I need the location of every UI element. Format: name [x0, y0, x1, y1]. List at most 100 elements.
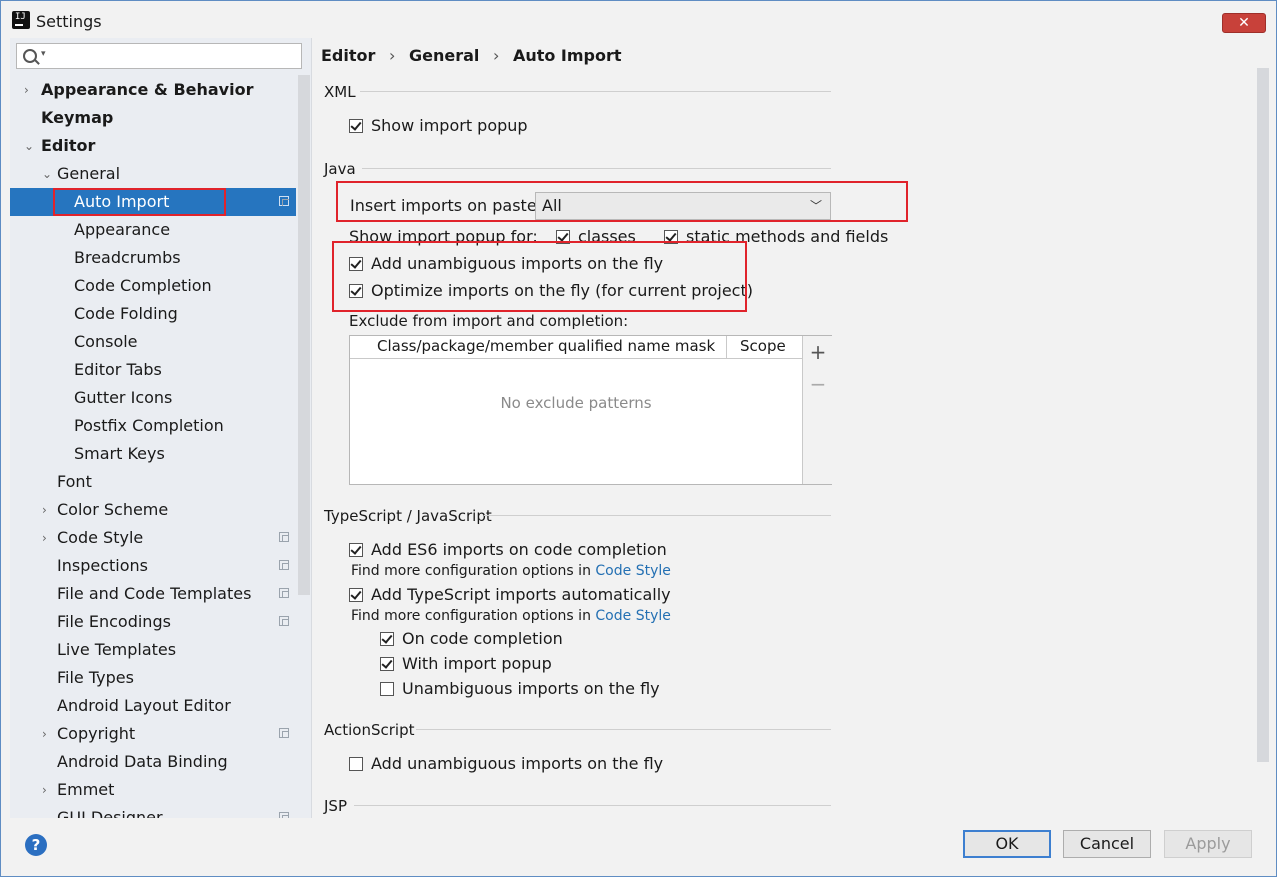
sidebar-item-font[interactable]: Font	[10, 468, 296, 496]
sidebar-item-emmet[interactable]: › Emmet	[10, 776, 296, 804]
column-header-mask[interactable]: Class/package/member qualified name mask	[377, 337, 715, 355]
help-icon[interactable]: ?	[25, 834, 47, 856]
sidebar-item-label: Live Templates	[57, 640, 177, 659]
sidebar-item-appearance-behavior[interactable]: › Appearance & Behavior	[10, 76, 296, 104]
sidebar-item-label: Code Folding	[74, 304, 178, 323]
section-title-typescript: TypeScript / JavaScript	[324, 507, 492, 525]
hint-text: Find more configuration options in	[351, 563, 591, 579]
on-code-completion-checkbox[interactable]: On code completion	[380, 629, 563, 649]
annotation-highlight	[336, 181, 908, 222]
add-icon[interactable]: +	[809, 340, 827, 364]
section-title-xml: XML	[324, 83, 356, 101]
content-scrollbar[interactable]	[1257, 68, 1269, 762]
sidebar-item-android-data-binding[interactable]: Android Data Binding	[10, 748, 296, 776]
unambiguous-fly-checkbox[interactable]: Unambiguous imports on the fly	[380, 679, 660, 699]
checkbox-icon	[380, 682, 394, 696]
sidebar-item-code-completion[interactable]: Code Completion	[10, 272, 296, 300]
checkbox-label: Add unambiguous imports on the fly	[371, 754, 664, 773]
breadcrumb: Editor › General › Auto Import	[321, 46, 630, 65]
sidebar-item-label: Editor Tabs	[74, 360, 162, 379]
code-style-link[interactable]: Code Style	[595, 608, 670, 624]
project-scope-icon	[279, 560, 289, 570]
settings-window: IJ Settings ✕ ▾ › Appearance & Behavior Ke…	[0, 0, 1277, 877]
sidebar-item-editor[interactable]: ⌄ Editor	[10, 132, 296, 160]
section-divider	[360, 91, 831, 92]
find-more-text: Find more configuration options in Code …	[351, 608, 671, 624]
sidebar-item-label: Appearance	[74, 220, 171, 239]
sidebar-item-inspections[interactable]: Inspections	[10, 552, 296, 580]
with-import-popup-checkbox[interactable]: With import popup	[380, 654, 552, 674]
checkbox-icon	[380, 632, 394, 646]
checkbox-icon	[349, 588, 363, 602]
show-import-popup-checkbox[interactable]: Show import popup	[349, 116, 528, 136]
exclude-label: Exclude from import and completion:	[349, 312, 629, 330]
sidebar-item-general[interactable]: ⌄ General	[10, 160, 296, 188]
search-input[interactable]: ▾	[16, 43, 302, 69]
sidebar-item-file-encodings[interactable]: File Encodings	[10, 608, 296, 636]
sidebar-item-code-folding[interactable]: Code Folding	[10, 300, 296, 328]
checkbox-icon	[349, 543, 363, 557]
chevron-down-icon[interactable]: ⌄	[24, 132, 36, 160]
sidebar-item-android-layout-editor[interactable]: Android Layout Editor	[10, 692, 296, 720]
sidebar-item-label: Inspections	[57, 556, 148, 575]
sidebar-item-label: Copyright	[57, 724, 136, 743]
section-title-jsp: JSP	[324, 797, 347, 815]
column-divider	[726, 336, 727, 358]
remove-icon[interactable]: −	[809, 372, 827, 396]
checkbox-label: Show import popup	[371, 116, 528, 135]
sidebar-item-appearance[interactable]: Appearance	[10, 216, 296, 244]
section-title-actionscript: ActionScript	[324, 721, 415, 739]
sidebar-item-label: GUI Designer	[57, 808, 163, 818]
ok-button[interactable]: OK	[963, 830, 1051, 858]
cancel-button[interactable]: Cancel	[1063, 830, 1151, 858]
sidebar-scrollbar[interactable]	[298, 75, 310, 595]
sidebar-item-gutter-icons[interactable]: Gutter Icons	[10, 384, 296, 412]
sidebar-item-copyright[interactable]: › Copyright	[10, 720, 296, 748]
hint-text: Find more configuration options in	[351, 608, 591, 624]
chevron-right-icon[interactable]: ›	[42, 496, 54, 524]
sidebar-item-gui-designer[interactable]: GUI Designer	[10, 804, 296, 818]
sidebar-item-postfix-completion[interactable]: Postfix Completion	[10, 412, 296, 440]
close-button[interactable]: ✕	[1222, 13, 1266, 33]
window-title: Settings	[36, 12, 102, 31]
sidebar-item-keymap[interactable]: Keymap	[10, 104, 296, 132]
column-header-scope[interactable]: Scope	[740, 337, 786, 355]
apply-button[interactable]: Apply	[1164, 830, 1252, 858]
checkbox-icon	[349, 119, 363, 133]
chevron-right-icon[interactable]: ›	[42, 776, 54, 804]
sidebar-item-code-style[interactable]: › Code Style	[10, 524, 296, 552]
section-title-java: Java	[324, 160, 356, 178]
sidebar-item-file-types[interactable]: File Types	[10, 664, 296, 692]
sidebar-item-file-and-code-templates[interactable]: File and Code Templates	[10, 580, 296, 608]
title-bar: IJ Settings ✕	[1, 1, 1276, 38]
section-divider	[354, 805, 831, 806]
annotation-highlight	[53, 188, 226, 216]
sidebar-item-live-templates[interactable]: Live Templates	[10, 636, 296, 664]
chevron-right-icon[interactable]: ›	[42, 524, 54, 552]
settings-content: Editor › General › Auto Import XML Show …	[312, 38, 1276, 818]
actionscript-unambiguous-checkbox[interactable]: Add unambiguous imports on the fly	[349, 754, 663, 774]
breadcrumb-item: General	[408, 46, 480, 65]
project-scope-icon	[279, 196, 289, 206]
code-style-link[interactable]: Code Style	[595, 563, 670, 579]
chevron-right-icon[interactable]: ›	[24, 76, 36, 104]
checkbox-label: Unambiguous imports on the fly	[402, 679, 660, 698]
sidebar-item-color-scheme[interactable]: › Color Scheme	[10, 496, 296, 524]
settings-sidebar: ▾ › Appearance & Behavior Keymap ⌄ Editor ⌄ Ge…	[10, 38, 312, 818]
es6-imports-checkbox[interactable]: Add ES6 imports on code completion	[349, 540, 667, 560]
chevron-right-icon[interactable]: ›	[42, 720, 54, 748]
ts-imports-checkbox[interactable]: Add TypeScript imports automatically	[349, 585, 671, 605]
sidebar-item-editor-tabs[interactable]: Editor Tabs	[10, 356, 296, 384]
breadcrumb-item: Editor	[321, 46, 376, 65]
sidebar-item-label: Code Style	[57, 528, 144, 547]
chevron-down-icon[interactable]: ⌄	[42, 160, 54, 188]
sidebar-item-auto-import[interactable]: Auto Import	[10, 188, 296, 216]
table-header: Class/package/member qualified name mask…	[350, 336, 802, 359]
sidebar-item-label: Smart Keys	[74, 444, 165, 463]
dialog-button-bar: ? OK Cancel Apply	[1, 818, 1276, 876]
sidebar-item-console[interactable]: Console	[10, 328, 296, 356]
sidebar-item-breadcrumbs[interactable]: Breadcrumbs	[10, 244, 296, 272]
search-dropdown-icon[interactable]: ▾	[41, 49, 46, 59]
sidebar-item-smart-keys[interactable]: Smart Keys	[10, 440, 296, 468]
sidebar-item-label: Code Completion	[74, 276, 212, 295]
